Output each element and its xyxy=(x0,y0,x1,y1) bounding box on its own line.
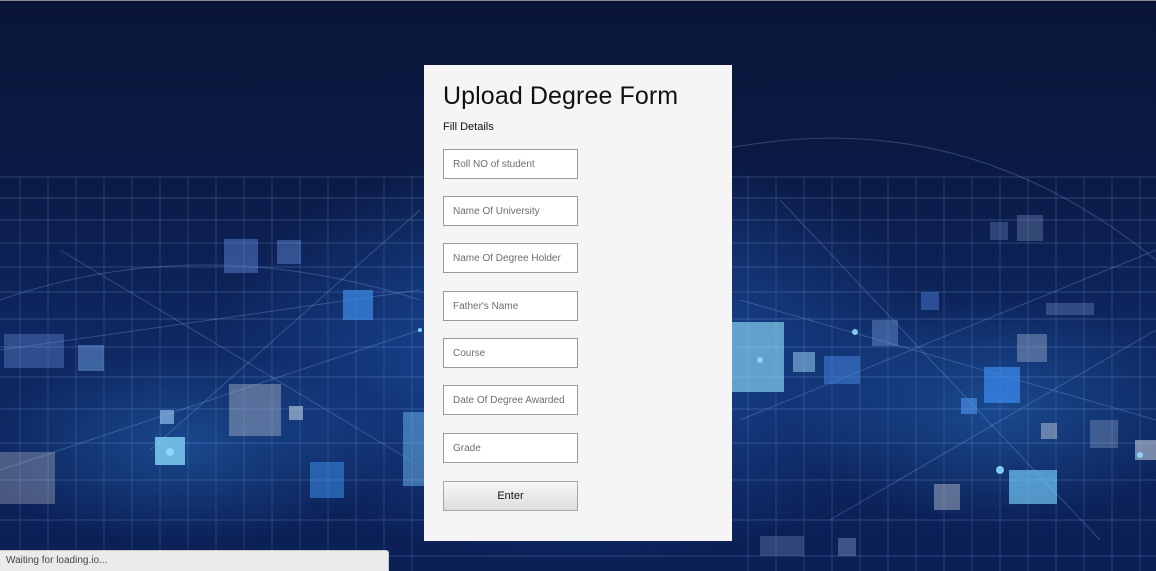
degree-holder-name-field[interactable] xyxy=(443,243,578,273)
form-title: Upload Degree Form xyxy=(443,82,679,110)
father-name-field[interactable] xyxy=(443,291,578,321)
window-top-border xyxy=(0,0,1156,1)
upload-degree-form: Upload Degree Form Fill Details Enter xyxy=(424,65,732,541)
university-name-field[interactable] xyxy=(443,196,578,226)
course-field[interactable] xyxy=(443,338,578,368)
enter-button[interactable]: Enter xyxy=(443,481,578,511)
roll-no-field[interactable] xyxy=(443,149,578,179)
browser-status-bar: Waiting for loading.io... xyxy=(0,550,389,571)
degree-date-field[interactable] xyxy=(443,385,578,415)
grade-field[interactable] xyxy=(443,433,578,463)
form-subtitle: Fill Details xyxy=(443,121,494,133)
